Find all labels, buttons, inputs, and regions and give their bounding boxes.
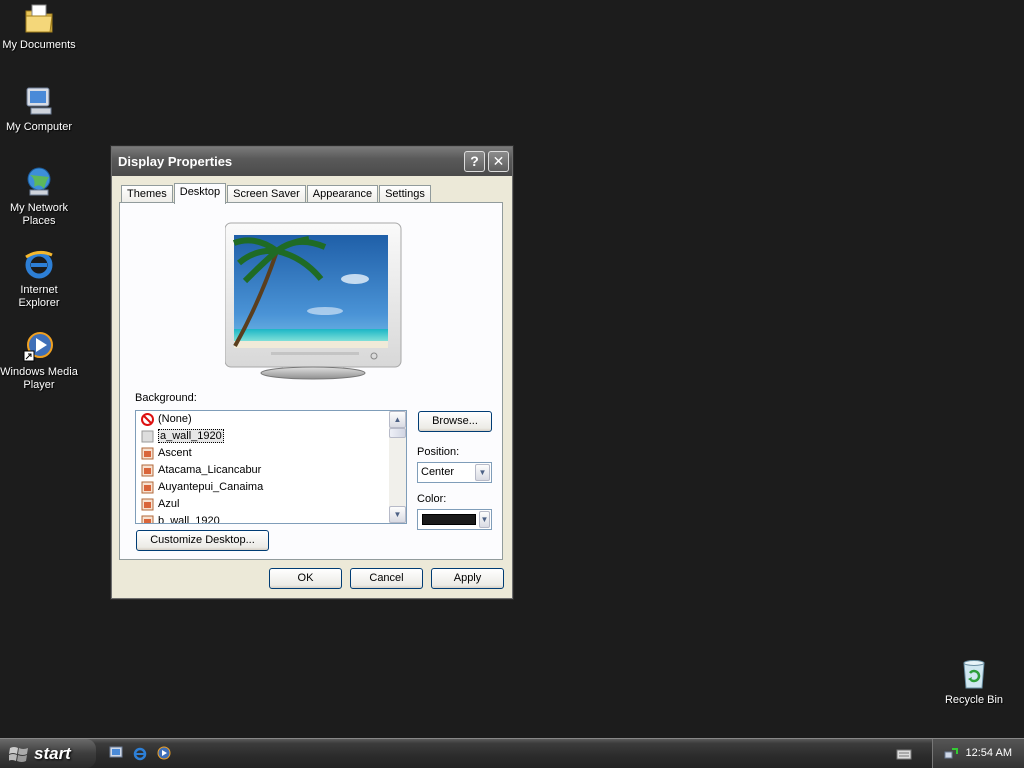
list-item-label: (None) bbox=[158, 413, 192, 425]
windows-flag-icon bbox=[8, 744, 29, 763]
background-listbox[interactable]: (None) a_wall_1920 Ascent Atacama_Licanc… bbox=[135, 410, 407, 524]
image-file-icon bbox=[141, 515, 154, 523]
chevron-down-icon[interactable]: ▼ bbox=[475, 464, 490, 481]
list-item[interactable]: Ascent bbox=[136, 445, 406, 462]
desktop-icon-my-documents[interactable]: My Documents bbox=[0, 2, 78, 52]
list-item[interactable]: (None) bbox=[136, 411, 406, 428]
display-properties-window: Display Properties ? ✕ Themes Desktop Sc… bbox=[111, 146, 513, 599]
window-title: Display Properties bbox=[118, 154, 233, 169]
keyboard-icon[interactable] bbox=[896, 746, 912, 762]
recycle-bin-icon bbox=[957, 657, 991, 691]
list-item-label: a_wall_1920 bbox=[158, 429, 224, 443]
desktop-icon-label: Internet Explorer bbox=[18, 284, 60, 309]
list-item-label: Ascent bbox=[158, 447, 192, 459]
list-item-selected[interactable]: a_wall_1920 bbox=[136, 428, 406, 445]
image-file-icon bbox=[141, 464, 154, 477]
list-item[interactable]: Azul bbox=[136, 496, 406, 513]
browse-button[interactable]: Browse... bbox=[418, 411, 492, 432]
start-label: start bbox=[34, 744, 71, 763]
desktop-icon-label: Windows Media Player bbox=[0, 366, 78, 391]
windows-media-player-icon[interactable] bbox=[156, 745, 172, 761]
desktop-icon-internet-explorer[interactable]: Internet Explorer bbox=[0, 247, 78, 310]
desktop-icon-label: My Documents bbox=[2, 39, 76, 51]
tab-strip: Themes Desktop Screen Saver Appearance S… bbox=[121, 183, 432, 204]
help-button[interactable]: ? bbox=[464, 151, 485, 172]
list-item-label: Azul bbox=[158, 498, 180, 510]
position-value: Center bbox=[421, 466, 455, 478]
scroll-thumb[interactable] bbox=[389, 428, 406, 438]
list-item[interactable]: b_wall_1920 bbox=[136, 513, 406, 524]
color-picker[interactable]: ▼ bbox=[417, 509, 492, 530]
color-swatch bbox=[422, 514, 476, 525]
desktop-icon-my-computer[interactable]: My Computer bbox=[0, 84, 78, 134]
desktop-icon-my-network-places[interactable]: My Network Places bbox=[0, 165, 78, 228]
taskbar: start 12:54 AM bbox=[0, 738, 1024, 768]
list-scrollbar[interactable]: ▲ ▼ bbox=[389, 411, 406, 523]
list-item-label: Auyantepui_Canaima bbox=[158, 481, 264, 493]
image-file-icon bbox=[141, 481, 154, 494]
image-file-icon bbox=[141, 430, 154, 443]
color-label: Color: bbox=[417, 493, 447, 505]
list-item[interactable]: Auyantepui_Canaima bbox=[136, 479, 406, 496]
cancel-button[interactable]: Cancel bbox=[350, 568, 423, 589]
windows-media-player-icon bbox=[22, 329, 56, 363]
scroll-up-icon[interactable]: ▲ bbox=[389, 411, 406, 428]
desktop-icon-label: My Computer bbox=[5, 121, 73, 133]
list-item-label: b_wall_1920 bbox=[158, 515, 220, 524]
image-file-icon bbox=[141, 498, 154, 511]
scroll-down-icon[interactable]: ▼ bbox=[389, 506, 406, 523]
start-button[interactable]: start bbox=[0, 739, 96, 768]
monitor-preview bbox=[224, 221, 405, 381]
title-bar[interactable]: Display Properties ? ✕ bbox=[112, 147, 512, 176]
position-label: Position: bbox=[417, 446, 460, 458]
clock: 12:54 AM bbox=[965, 747, 1012, 759]
desktop-icon-recycle-bin[interactable]: Recycle Bin bbox=[935, 657, 1013, 707]
desktop-icon-label: My Network Places bbox=[9, 202, 69, 227]
position-select[interactable]: Center ▼ bbox=[417, 462, 492, 483]
desktop-icon-label: Recycle Bin bbox=[944, 694, 1004, 706]
show-desktop-icon[interactable] bbox=[108, 745, 124, 761]
system-tray: 12:54 AM bbox=[932, 739, 1024, 768]
apply-button[interactable]: Apply bbox=[431, 568, 504, 589]
ok-button[interactable]: OK bbox=[269, 568, 342, 589]
list-item[interactable]: Atacama_Licancabur bbox=[136, 462, 406, 479]
none-icon bbox=[141, 413, 154, 426]
my-network-places-icon bbox=[22, 165, 56, 199]
tab-desktop[interactable]: Desktop bbox=[173, 183, 227, 204]
list-item-label: Atacama_Licancabur bbox=[158, 464, 262, 476]
customize-desktop-button[interactable]: Customize Desktop... bbox=[136, 530, 269, 551]
desktop-tab-panel: Background: (None) a_wall_1920 Ascent At… bbox=[119, 202, 503, 560]
close-button[interactable]: ✕ bbox=[488, 151, 509, 172]
my-documents-icon bbox=[22, 2, 56, 36]
chevron-down-icon[interactable]: ▼ bbox=[479, 511, 490, 528]
desktop-icon-windows-media-player[interactable]: Windows Media Player bbox=[0, 329, 78, 392]
image-file-icon bbox=[141, 447, 154, 460]
internet-explorer-icon[interactable] bbox=[132, 745, 148, 761]
my-computer-icon bbox=[22, 84, 56, 118]
network-tray-icon[interactable] bbox=[943, 745, 959, 761]
background-label: Background: bbox=[135, 392, 197, 404]
internet-explorer-icon bbox=[22, 247, 56, 281]
